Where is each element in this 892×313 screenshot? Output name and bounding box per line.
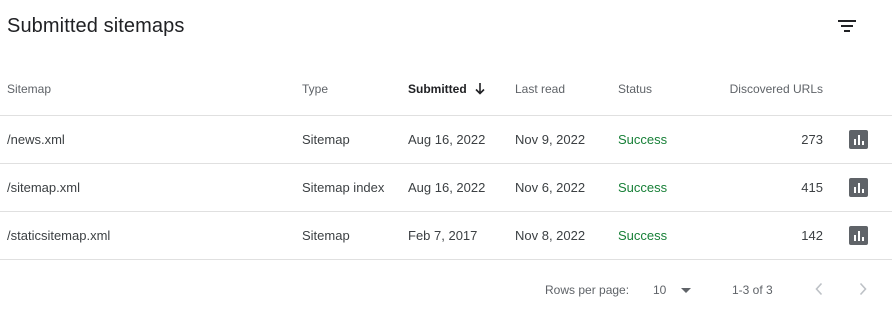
type-cell: Sitemap xyxy=(302,228,350,243)
next-page-button[interactable] xyxy=(851,277,875,301)
rows-per-page-label: Rows per page: xyxy=(545,283,630,297)
table-row[interactable]: /sitemap.xml Sitemap index Aug 16, 2022 … xyxy=(0,164,892,212)
type-cell: Sitemap index xyxy=(302,180,385,195)
submitted-cell: Aug 16, 2022 xyxy=(408,132,486,147)
last-read-cell: Nov 8, 2022 xyxy=(515,228,586,243)
column-header-discovered-urls[interactable]: Discovered URLs xyxy=(730,62,823,115)
filter-list-icon xyxy=(838,20,856,32)
chevron-left-icon xyxy=(815,282,823,296)
column-header-type[interactable]: Type xyxy=(302,62,328,115)
submitted-cell: Feb 7, 2017 xyxy=(408,228,478,243)
discovered-urls-cell: 415 xyxy=(801,180,823,195)
column-header-last-read[interactable]: Last read xyxy=(515,62,565,115)
pagination-range: 1-3 of 3 xyxy=(732,283,773,297)
submitted-cell: Aug 16, 2022 xyxy=(408,180,486,195)
sitemap-cell: /news.xml xyxy=(7,132,65,147)
status-cell: Success xyxy=(618,228,668,243)
table-row[interactable]: /staticsitemap.xml Sitemap Feb 7, 2017 N… xyxy=(0,212,892,260)
chevron-right-icon xyxy=(859,282,867,296)
status-cell: Success xyxy=(618,180,668,195)
column-header-submitted[interactable]: Submitted xyxy=(408,62,485,115)
column-header-sitemap[interactable]: Sitemap xyxy=(7,62,51,115)
column-header-submitted-label: Submitted xyxy=(408,81,467,96)
table-row[interactable]: /news.xml Sitemap Aug 16, 2022 Nov 9, 20… xyxy=(0,116,892,164)
view-report-button[interactable] xyxy=(849,164,868,211)
bar-chart-icon xyxy=(849,178,868,197)
sitemaps-table: Sitemap Type Submitted Last read Status … xyxy=(0,62,892,260)
column-header-status[interactable]: Status xyxy=(618,62,652,115)
dropdown-arrow-icon xyxy=(681,287,692,293)
card-header: Submitted sitemaps xyxy=(0,0,892,58)
sitemap-cell: /staticsitemap.xml xyxy=(7,228,111,243)
rows-per-page-select[interactable]: 10 xyxy=(646,278,698,302)
filter-button[interactable] xyxy=(830,12,864,40)
bar-chart-icon xyxy=(849,226,868,245)
type-cell: Sitemap xyxy=(302,132,350,147)
discovered-urls-cell: 273 xyxy=(801,132,823,147)
arrow-down-icon xyxy=(475,82,485,95)
card-title: Submitted sitemaps xyxy=(7,15,185,37)
discovered-urls-cell: 142 xyxy=(801,228,823,243)
last-read-cell: Nov 6, 2022 xyxy=(515,180,586,195)
view-report-button[interactable] xyxy=(849,116,868,163)
previous-page-button[interactable] xyxy=(807,277,831,301)
pagination-bar: Rows per page: 10 1-3 of 3 xyxy=(0,266,892,313)
table-header-row: Sitemap Type Submitted Last read Status … xyxy=(0,62,892,116)
sitemap-cell: /sitemap.xml xyxy=(7,180,80,195)
status-cell: Success xyxy=(618,132,668,147)
bar-chart-icon xyxy=(849,130,868,149)
view-report-button[interactable] xyxy=(849,212,868,259)
rows-per-page-value: 10 xyxy=(653,283,667,297)
last-read-cell: Nov 9, 2022 xyxy=(515,132,586,147)
